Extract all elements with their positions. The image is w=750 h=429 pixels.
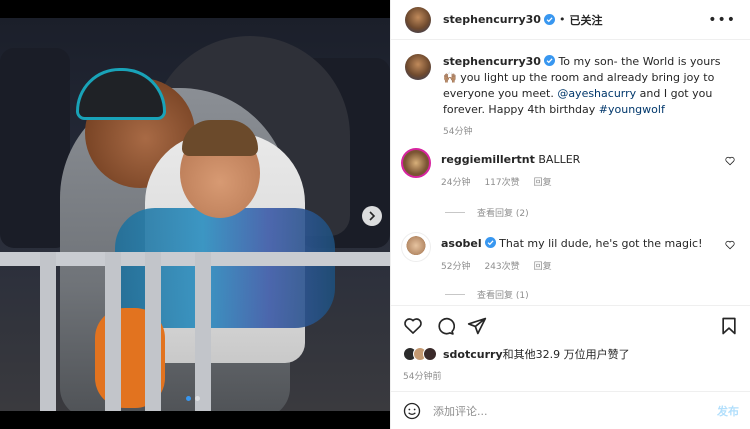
bookmark-icon — [722, 317, 736, 334]
comment-composer: 添加评论... 发布 — [391, 391, 750, 429]
verified-icon — [543, 14, 555, 25]
caption-time: 54分钟 — [443, 127, 473, 137]
post-caption: stephencurry30 To my son- the World is y… — [405, 54, 735, 140]
divider-line — [445, 294, 465, 295]
comment-text: BALLER — [538, 153, 581, 166]
mention-link[interactable]: @ayeshacurry — [557, 87, 636, 100]
chevron-right-icon — [369, 211, 376, 221]
likes-count[interactable]: 和其他32.9 万位用户赞了 — [503, 346, 630, 362]
view-replies-button[interactable]: 查看回复 (2) — [445, 206, 529, 219]
railing-post — [145, 252, 161, 411]
commenter-avatar[interactable] — [401, 232, 431, 262]
railing-post — [195, 252, 211, 411]
comment-item: asobel That my lil dude, he's got the ma… — [401, 232, 737, 274]
save-button[interactable] — [719, 316, 739, 336]
carousel-dot-active — [186, 396, 191, 401]
like-button[interactable] — [403, 316, 423, 336]
heart-icon[interactable] — [725, 240, 735, 250]
reply-button[interactable]: 回复 — [534, 260, 552, 274]
verified-icon — [484, 237, 496, 248]
share-icon — [467, 317, 487, 334]
post-panel: stephencurry30 • 已关注 ••• stephencurry30 … — [390, 0, 750, 429]
emoji-icon — [403, 402, 421, 419]
author-avatar[interactable] — [405, 6, 431, 33]
railing-post — [40, 252, 56, 411]
carousel-indicator — [186, 396, 200, 401]
author-username[interactable]: stephencurry30 — [443, 13, 541, 26]
comment-item: reggiemillertnt BALLER 24分钟 117次赞 回复 — [401, 148, 737, 190]
commenter-username[interactable]: reggiemillertnt — [441, 153, 535, 166]
comment-icon — [438, 317, 455, 335]
divider-line — [445, 212, 465, 213]
verified-icon — [543, 55, 555, 66]
comment-likes[interactable]: 243次赞 — [484, 260, 519, 274]
more-icon[interactable]: ••• — [708, 12, 736, 28]
commenter-avatar[interactable] — [401, 148, 431, 178]
comment-likes[interactable]: 117次赞 — [484, 176, 519, 190]
follow-status[interactable]: 已关注 — [569, 12, 602, 28]
post-photo[interactable] — [0, 0, 390, 429]
likes-summary[interactable]: sdotcurry 和其他32.9 万位用户赞了 — [403, 346, 630, 362]
emoji-button[interactable] — [403, 402, 421, 420]
comment-input[interactable]: 添加评论... — [433, 403, 717, 419]
comment-button[interactable] — [435, 316, 455, 336]
liker-username[interactable]: sdotcurry — [443, 348, 503, 361]
commenter-username[interactable]: asobel — [441, 237, 482, 250]
comment-time: 52分钟 — [441, 262, 471, 272]
hashtag-link[interactable]: #youngwolf — [599, 103, 665, 116]
heart-icon[interactable] — [725, 156, 735, 166]
author-avatar[interactable] — [405, 54, 431, 80]
separator: • — [558, 13, 566, 26]
child-hair — [182, 120, 258, 156]
cap — [76, 68, 166, 120]
view-replies-label: 查看回复 (2) — [477, 209, 529, 219]
post-header: stephencurry30 • 已关注 ••• — [391, 0, 750, 40]
view-replies-label: 查看回复 (1) — [477, 291, 529, 301]
comment-text: That my lil dude, he's got the magic! — [499, 237, 703, 250]
carousel-next-button[interactable] — [362, 206, 382, 226]
carousel-dot — [195, 396, 200, 401]
liker-avatars — [403, 347, 437, 361]
heart-icon — [404, 317, 422, 334]
post-time: 54分钟前 — [403, 372, 442, 382]
caption-text: stephencurry30 To my son- the World is y… — [443, 54, 735, 118]
reply-button[interactable]: 回复 — [534, 176, 552, 190]
comment-time: 24分钟 — [441, 178, 471, 188]
photo-scene — [0, 18, 390, 411]
share-button[interactable] — [467, 316, 487, 336]
caption-username[interactable]: stephencurry30 — [443, 55, 541, 68]
action-bar — [391, 305, 750, 345]
railing-post — [105, 252, 121, 411]
publish-button[interactable]: 发布 — [717, 403, 739, 419]
liker-avatar — [423, 347, 437, 361]
view-replies-button[interactable]: 查看回复 (1) — [445, 288, 529, 301]
